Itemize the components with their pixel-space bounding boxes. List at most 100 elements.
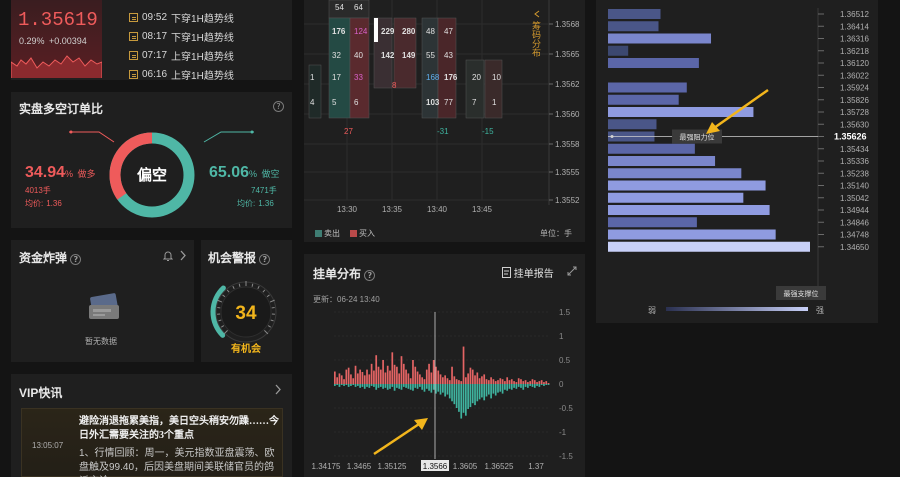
liquidity-bar[interactable] [608,229,776,240]
buy-order-bar [476,372,479,384]
liquidity-bar[interactable] [608,180,766,191]
sell-order-bar [467,384,469,409]
mini-chart[interactable]: 1.35619 0.29% +0.00394 [11,0,102,78]
sell-order-bar [533,384,536,388]
footprint-cell: 20 [472,73,481,82]
price-tick: 1.3558 [555,140,580,149]
help-icon[interactable]: ? [259,254,271,265]
liquidity-bar[interactable] [608,119,657,130]
buy-order-bar [446,378,449,384]
sell-order-bar [462,384,465,413]
ratio-donut: 偏空 [109,132,195,218]
news-time: 06:16 [142,69,168,80]
buy-order-bar [483,374,486,384]
report-button[interactable]: 挂单报告 [502,265,554,280]
buy-order-bar [520,379,522,384]
chevron-right-icon[interactable] [274,384,282,395]
x-tick: 1.37 [528,462,544,471]
buy-order-bar [428,363,430,384]
sell-order-bar [515,384,518,389]
chevron-right-icon[interactable] [179,250,187,261]
help-icon[interactable]: ? [273,101,284,112]
sell-order-bar [343,384,345,386]
sell-order-bar [517,384,520,387]
long-avg: 均价: 1.36 [25,198,62,209]
sell-order-bar [384,384,387,388]
chevron-left-icon [534,10,540,18]
buy-order-bar [448,380,451,384]
sell-order-bar [336,384,338,385]
liquidity-bar[interactable] [608,192,744,203]
sparkline [11,55,102,78]
price-value: 1.35619 [18,9,98,31]
liquidity-bar[interactable] [608,241,810,252]
liquidity-bar[interactable] [608,94,679,105]
sell-order-bar [547,384,550,385]
footprint-cell: 4 [310,98,315,107]
footprint-cell: 168 [426,73,440,82]
liquidity-bar[interactable] [608,58,699,68]
gauge-tick [267,325,271,328]
sell-order-bar [439,384,442,395]
y-tick: 0.5 [559,356,571,365]
liquidity-bar[interactable] [608,156,716,166]
price-tick: 1.3568 [555,20,580,29]
news-text: 下穿1H趋势线 [171,33,234,44]
vip-news-card[interactable]: 13:05:07 避险消退拖累美指，美日空头稍安勿躁……今日外汇需要关注的3个重… [21,408,283,477]
sell-order-bar [446,384,449,395]
legend-strong: 强 [816,306,824,315]
gauge-tick [218,319,222,322]
liquidity-bar[interactable] [608,9,661,19]
liquidity-bar[interactable] [608,33,712,44]
bell-icon[interactable] [163,250,173,261]
sell-order-bar [453,384,456,405]
footprint-bar[interactable] [465,59,485,119]
ratio-title: 实盘多空订单比 [19,102,104,116]
help-icon[interactable]: ? [364,270,376,281]
legend-buy-text: 买入 [359,229,375,238]
ladder-chart[interactable]: 1.36512 1.36414 1.36316 1.36218 1.36120 1.360… [596,0,878,323]
vip-panel: VIP快讯 13:05:07 避险消退拖累美指，美日空头稍安勿躁……今日外汇需要… [11,374,292,477]
sell-order-bar [412,384,414,391]
sell-order-bar [504,384,506,390]
sell-order-bar [524,384,527,387]
long-label: 做多 [77,169,96,179]
liquidity-bar[interactable] [608,82,687,93]
liquidity-bar[interactable] [608,21,659,32]
sell-order-bar [370,384,373,386]
buy-order-bar [485,379,488,384]
x-tick: 1.3566 [423,462,448,471]
liquidity-bar[interactable] [608,217,697,228]
news-item[interactable]: 07:17 上穿1H趋势线 [129,48,234,63]
buy-order-bar [396,366,398,384]
current-marker [374,18,378,42]
help-icon[interactable]: ? [70,254,82,265]
price-tick: 1.3560 [555,110,580,119]
expand-icon[interactable] [567,266,577,276]
buy-order-bar [510,379,513,384]
news-item[interactable]: 08:17 下穿1H趋势线 [129,29,234,44]
orders-title: 挂单分布 ? [313,265,376,282]
buy-order-bar [354,365,357,384]
sell-order-bar [492,384,495,394]
footprint-bar[interactable] [484,59,503,119]
y-tick: -1 [559,428,567,437]
sell-order-bar [487,384,490,395]
news-text: 上穿1H趋势线 [171,52,234,63]
x-tick: 1.3605 [453,462,478,471]
news-item[interactable]: 06:16 上穿1H趋势线 [129,67,234,82]
current-price-dot [610,135,614,138]
sell-order-bar [428,384,430,391]
news-item[interactable]: 09:52 下穿1H趋势线 [129,10,234,25]
liquidity-bar[interactable] [608,143,695,154]
sell-order-bar [545,384,548,385]
sell-order-bar [361,384,364,387]
liquidity-bar[interactable] [608,45,629,56]
liquidity-bar[interactable] [608,205,770,215]
footprint-sidebar[interactable]: 筹码分布 [530,10,544,70]
price-level: 1.35434 [840,145,869,154]
liquidity-bar[interactable] [608,168,742,179]
buy-order-bar [471,369,474,384]
sell-order-bar [469,384,472,408]
orders-chart[interactable]: 1.5 1 0.5 0 -0.5 -1 -1.5 1.34175 1.3465 1.35125 1.… [304,304,585,477]
